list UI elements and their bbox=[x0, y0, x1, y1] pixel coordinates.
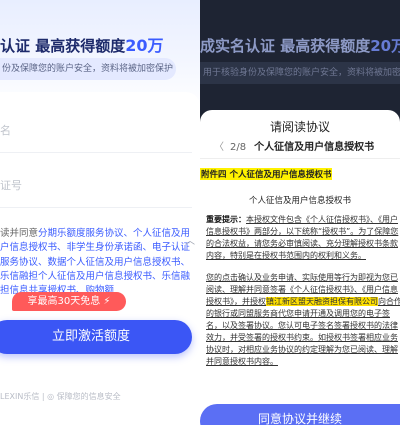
consent-body-b: 向合作的银行或同盟服务商代您申请开通及调用您的电子签名，以及签署协议。您认可电子… bbox=[206, 297, 400, 366]
footer-brand: LEXIN乐信 | ◎ 保障您的信息安全 bbox=[0, 392, 121, 401]
background-security-notice: 用于核验身份及保障您的账户安全，资料将被加密保护 bbox=[200, 62, 400, 84]
credit-amount: 20万 bbox=[125, 36, 164, 55]
document-title: 个人征信及用户信息授权书 bbox=[254, 142, 375, 153]
page-headline: 认证 最高获得额度20万 bbox=[0, 32, 164, 56]
background-credit-amount: 20万 bbox=[370, 37, 400, 55]
security-notice: 份及保障您的账户安全，资料将被加密保护 bbox=[0, 58, 176, 80]
consent-paragraph: 您的点击确认及业务申请、实际使用等行为即视为您已阅读、理解并同意签署《个人征信授… bbox=[206, 272, 400, 368]
section-heading: 附件四 个人征信及用户信息授权书 bbox=[200, 168, 333, 180]
sheet-title: 请阅读协议 bbox=[269, 120, 330, 134]
promo-badge: 享最高30天免息 ⚡ bbox=[12, 292, 126, 311]
divider bbox=[200, 158, 400, 159]
company-name: 镇江新区盟天融资担保有限公司 bbox=[266, 297, 378, 306]
background-headline-text: 成实名认证 最高获得额度 bbox=[200, 37, 371, 55]
background-headline: 成实名认证 最高获得额度20万 bbox=[200, 35, 400, 56]
id-number-field[interactable] bbox=[0, 207, 192, 208]
name-field[interactable] bbox=[0, 152, 192, 153]
agreement-sheet: 请阅读协议 〈 2/8 个人征信及用户信息授权书 附件四 个人征信及用户信息授权书 … bbox=[200, 110, 400, 425]
id-number-field-label: 证号 bbox=[0, 179, 22, 192]
page-indicator: 2/8 bbox=[230, 142, 247, 153]
accept-and-continue-button[interactable]: 同意协议并继续 bbox=[200, 404, 400, 425]
document-heading: 个人征信及用户信息授权书 bbox=[248, 196, 351, 206]
agreement-prefix: 读并同意 bbox=[0, 228, 39, 239]
left-screen: 认证 最高获得额度20万 份及保障您的账户安全，资料将被加密保护 名 证号 读并… bbox=[0, 0, 200, 425]
agreement-pager: 〈 2/8 个人征信及用户信息授权书 bbox=[214, 138, 374, 153]
notice-prefix: 重要提示： bbox=[206, 215, 246, 224]
name-field-label: 名 bbox=[0, 124, 11, 137]
chevron-up-icon[interactable]: ︿ bbox=[185, 232, 195, 247]
headline-text: 认证 最高获得额度 bbox=[0, 37, 126, 55]
important-notice-paragraph: 重要提示：本授权文件包含《个人征信授权书》、《用户信息授权书》两部分，以下统称“… bbox=[206, 214, 400, 262]
right-screen: 成实名认证 最高获得额度20万 用于核验身份及保障您的账户安全，资料将被加密保护… bbox=[200, 0, 400, 425]
activate-credit-button[interactable]: 立即激活额度 bbox=[0, 320, 192, 354]
agreement-text: 读并同意分期乐额度服务协议、个人征信及用户信息授权书、非学生身份承诺函、电子认证… bbox=[0, 227, 196, 298]
chevron-left-icon[interactable]: 〈 bbox=[214, 142, 224, 153]
